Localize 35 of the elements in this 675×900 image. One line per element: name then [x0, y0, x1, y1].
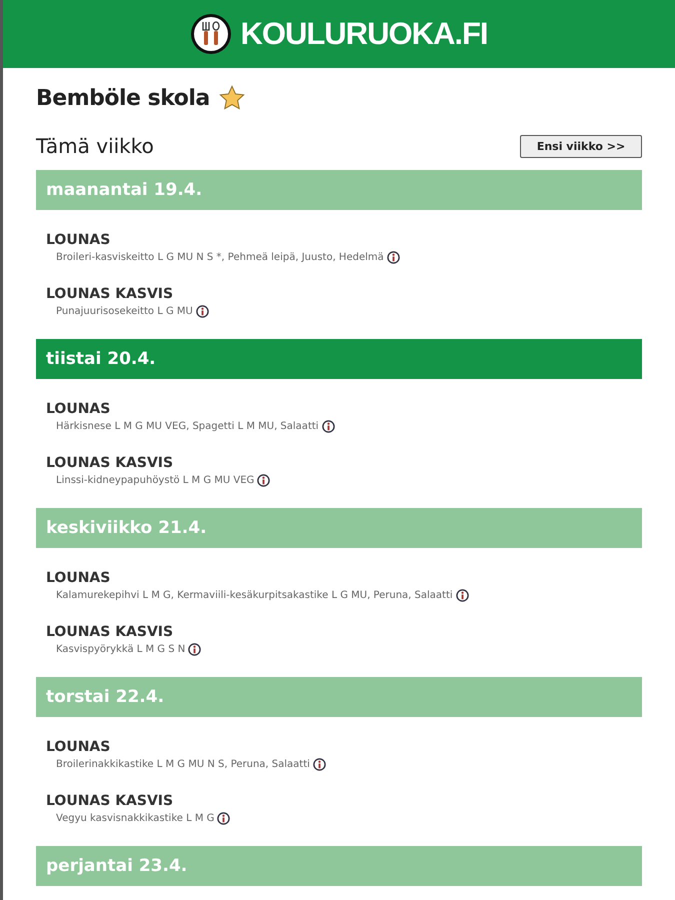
- meal-items: Vegyu kasvisnakkikastike L M G: [56, 813, 214, 824]
- meal-items: Linssi-kidneypapuhöystö L M G MU VEG: [56, 475, 254, 486]
- day-header: perjantai 23.4.: [36, 846, 642, 886]
- info-icon[interactable]: [312, 758, 326, 771]
- meal-title: LOUNAS KASVIS: [46, 624, 174, 640]
- meal-items: Broilerinakkikastike L M G MU N S, Peruna, Salaatti: [56, 759, 310, 770]
- meal-title: LOUNAS KASVIS: [46, 455, 174, 471]
- meal-title: LOUNAS: [46, 739, 112, 755]
- day-header: tiistai 20.4.: [36, 339, 642, 379]
- info-icon[interactable]: [217, 812, 230, 825]
- logo-text[interactable]: KOULURUOKA.FI: [240, 16, 488, 52]
- school-name: Bemböle skola: [36, 86, 210, 110]
- info-icon[interactable]: [196, 305, 209, 318]
- star-icon[interactable]: [218, 84, 246, 112]
- logo-icon: [190, 13, 232, 55]
- meal-items: Härkisnese L M G MU VEG, Spagetti L M MU, Salaatti: [56, 421, 319, 432]
- day-header: torstai 22.4.: [36, 677, 642, 717]
- info-icon[interactable]: [386, 251, 400, 264]
- meal-title: LOUNAS: [46, 401, 112, 417]
- meal-items: Kalamurekepihvi L M G, Kermaviili-kesäkurpitsakastike L G MU, Peruna, Salaatti: [56, 590, 453, 601]
- day-header: maanantai 19.4.: [36, 170, 642, 210]
- meal-title: LOUNAS: [46, 570, 112, 586]
- info-icon[interactable]: [322, 420, 335, 433]
- meal-title: LOUNAS KASVIS: [46, 793, 174, 809]
- meal-title: LOUNAS KASVIS: [46, 286, 174, 302]
- meal-items: Punajuurisosekeitto L G MU: [56, 306, 193, 317]
- meal-title: LOUNAS: [46, 232, 112, 248]
- day-header: keskiviikko 21.4.: [36, 508, 642, 548]
- next-week-button[interactable]: Ensi viikko >>: [520, 134, 642, 158]
- week-title: Tämä viikko: [36, 134, 154, 158]
- meal-items: Broileri-kasviskeitto L G MU N S *, Pehmeä leipä, Juusto, Hedelmä: [56, 252, 384, 263]
- info-icon[interactable]: [456, 589, 469, 602]
- info-icon[interactable]: [257, 474, 270, 487]
- info-icon[interactable]: [188, 643, 202, 656]
- meal-items: Kasvispyörykkä L M G S N: [56, 644, 186, 655]
